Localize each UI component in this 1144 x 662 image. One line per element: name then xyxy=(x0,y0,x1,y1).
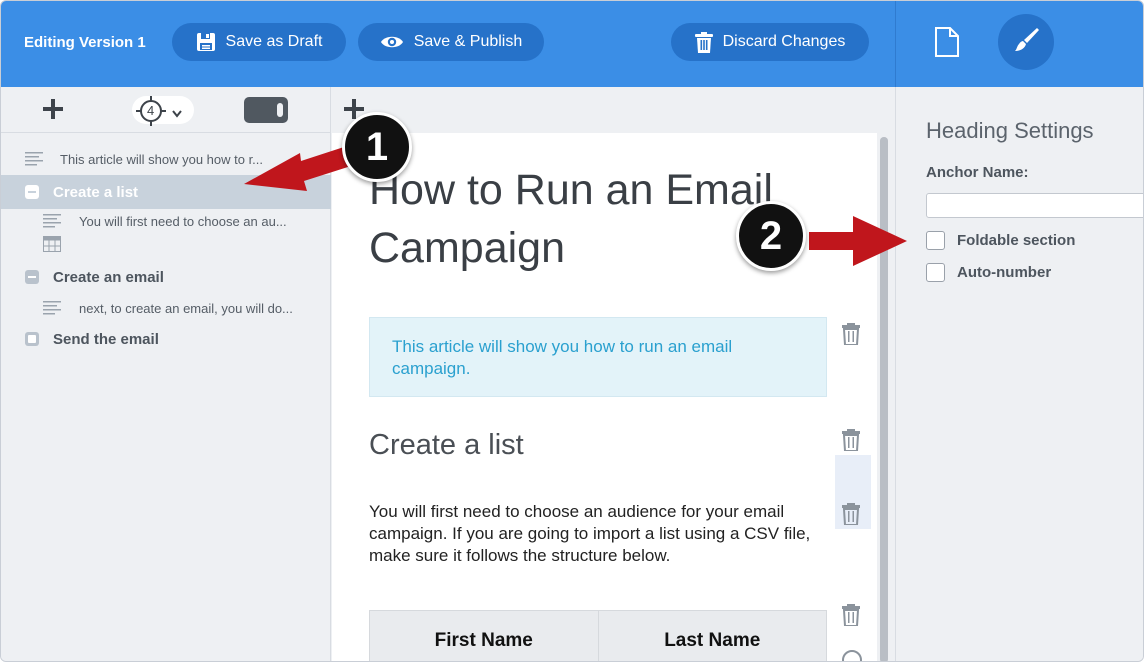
editing-version-label: Editing Version 1 xyxy=(24,34,146,51)
editor-header: Editing Version 1 Save as Draft Save & P… xyxy=(1,1,895,87)
outline-item-label: Create an email xyxy=(53,268,164,286)
outline-item-label: next, to create an email, you will do... xyxy=(79,300,293,316)
expand-icon xyxy=(25,332,39,346)
add-block-button[interactable] xyxy=(41,97,65,121)
plus-icon xyxy=(41,99,65,125)
outline-item-label: Send the email xyxy=(53,330,159,348)
table-header-cell[interactable]: First Name xyxy=(370,611,599,661)
collapse-icon xyxy=(25,270,39,284)
foldable-section-option[interactable]: Foldable section xyxy=(926,231,1075,250)
table-icon xyxy=(43,235,61,255)
paragraph-icon xyxy=(43,213,61,229)
page-settings-tab[interactable] xyxy=(930,26,964,62)
anchor-name-input[interactable] xyxy=(926,193,1143,218)
add-circle-icon xyxy=(841,650,863,661)
delete-table-button[interactable] xyxy=(841,604,863,628)
trash-icon xyxy=(694,31,713,53)
save-and-publish-button[interactable]: Save & Publish xyxy=(358,23,544,61)
trash-icon xyxy=(841,429,861,455)
delete-paragraph-button[interactable] xyxy=(841,503,863,527)
paragraph-icon xyxy=(25,151,43,167)
outline-item-intro[interactable]: This article will show you how to r... xyxy=(1,149,331,169)
panel-title: Heading Settings xyxy=(926,118,1094,143)
paintbrush-icon xyxy=(1012,26,1040,59)
paragraph-icon xyxy=(43,300,61,316)
callout-block[interactable]: This article will show you how to run an… xyxy=(369,317,827,397)
style-settings-tab[interactable] xyxy=(998,14,1054,70)
editor-area: How to Run an Email Campaign This articl… xyxy=(332,87,895,661)
heading-level-dropdown[interactable]: 4 xyxy=(132,96,194,126)
delete-callout-button[interactable] xyxy=(841,323,863,347)
auto-number-option[interactable]: Auto-number xyxy=(926,263,1051,282)
outline-item-send-the-email[interactable]: Send the email xyxy=(1,327,331,351)
outline-item-paragraph[interactable]: next, to create an email, you will do... xyxy=(1,298,331,318)
trash-icon xyxy=(841,503,861,529)
anchor-name-label: Anchor Name: xyxy=(926,164,1029,181)
annotation-badge-1: 1 xyxy=(342,112,412,182)
outline-item-paragraph[interactable]: You will first need to choose an au... xyxy=(1,211,331,231)
chevron-down-icon xyxy=(172,105,182,123)
auto-number-checkbox[interactable] xyxy=(926,263,945,282)
annotation-badge-2: 2 xyxy=(736,201,806,271)
delete-heading-button[interactable] xyxy=(841,429,863,453)
heading-settings-panel: Heading Settings Anchor Name: Foldable s… xyxy=(895,87,1143,661)
floppy-disk-icon xyxy=(196,32,216,52)
outline-item-table[interactable] xyxy=(1,235,331,255)
add-row-button[interactable] xyxy=(841,649,863,661)
heading-level-value: 4 xyxy=(147,103,155,118)
outline-item-label: Create a list xyxy=(53,183,139,201)
editor-toolbar xyxy=(332,87,895,133)
section-heading[interactable]: Create a list xyxy=(369,429,524,462)
collapse-icon xyxy=(25,185,39,199)
trash-icon xyxy=(841,604,861,630)
outline-item-label: This article will show you how to r... xyxy=(60,151,264,167)
foldable-section-checkbox[interactable] xyxy=(926,231,945,250)
table-header-cell[interactable]: Last Name xyxy=(599,611,827,661)
trash-icon xyxy=(841,323,861,349)
view-toggle[interactable] xyxy=(244,97,288,123)
app-window: Editing Version 1 Save as Draft Save & P… xyxy=(0,0,1144,662)
discard-changes-button[interactable]: Discard Changes xyxy=(671,23,869,61)
save-as-draft-button[interactable]: Save as Draft xyxy=(172,23,346,61)
outline-item-label: You will first need to choose an au... xyxy=(79,213,287,229)
auto-number-label: Auto-number xyxy=(957,264,1052,281)
panel-switcher xyxy=(895,1,1143,87)
save-as-draft-label: Save as Draft xyxy=(225,33,323,50)
eye-icon xyxy=(380,34,404,50)
editor-scrollbar-thumb[interactable] xyxy=(880,137,888,661)
foldable-section-label: Foldable section xyxy=(957,232,1076,249)
outline-toolbar: 4 xyxy=(1,87,331,133)
outline-item-create-an-email[interactable]: Create an email xyxy=(1,265,331,289)
page-icon xyxy=(934,26,960,62)
csv-structure-table[interactable]: First Name Last Name xyxy=(369,610,827,661)
paragraph-block[interactable]: You will first need to choose an audienc… xyxy=(369,501,819,567)
outline-item-create-a-list[interactable]: Create a list xyxy=(1,175,331,209)
outline-panel: 4 This article will show you how to r...… xyxy=(1,87,331,661)
save-and-publish-label: Save & Publish xyxy=(413,33,523,50)
discard-changes-label: Discard Changes xyxy=(722,33,846,50)
